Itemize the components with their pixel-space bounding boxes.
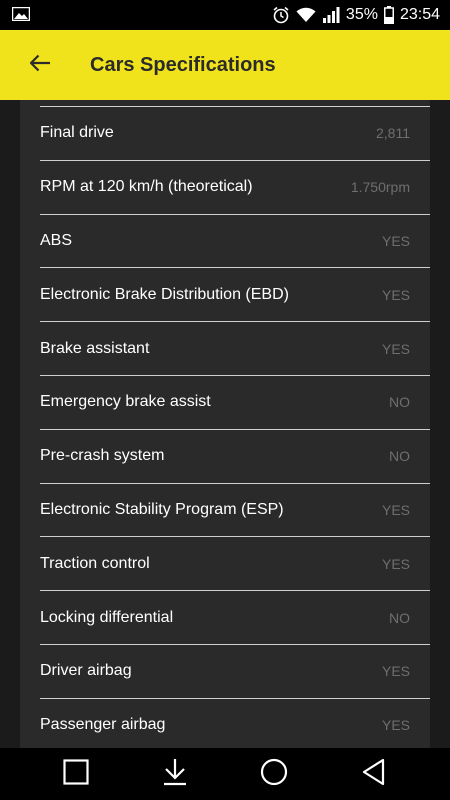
spec-value: YES xyxy=(381,340,410,357)
spec-value: NO xyxy=(389,394,410,411)
spec-row[interactable]: RPM at 120 km/h (theoretical) 1.750rpm xyxy=(40,161,430,215)
spec-label: Electronic Brake Distribution (EBD) xyxy=(40,285,289,303)
spec-row[interactable]: Brake assistant YES xyxy=(40,322,430,376)
recent-apps-icon xyxy=(63,758,89,790)
navigation-bar xyxy=(0,748,450,800)
spec-row[interactable]: Locking differential NO xyxy=(40,591,430,645)
spec-label: Brake assistant xyxy=(40,339,150,357)
gallery-icon xyxy=(11,6,31,22)
battery-percent: 35% xyxy=(345,6,378,23)
alarm-icon xyxy=(272,6,290,24)
back-icon xyxy=(361,758,387,791)
spec-label: Passenger airbag xyxy=(40,716,166,734)
clock-time: 23:54 xyxy=(399,6,440,23)
spec-value: NO xyxy=(389,448,410,465)
spec-list: Final drive 2,811 RPM at 120 km/h (theoret… xyxy=(40,106,430,748)
spec-value: NO xyxy=(389,609,410,626)
spec-row[interactable]: Emergency brake assist NO xyxy=(40,376,430,430)
spec-content[interactable]: Final drive 2,811 RPM at 120 km/h (theoret… xyxy=(0,100,450,748)
spec-row[interactable]: Passenger airbag YES xyxy=(40,699,430,748)
spec-label: Emergency brake assist xyxy=(40,393,211,411)
spec-label: Final drive xyxy=(40,124,114,142)
page-title: Cars Specifications xyxy=(90,54,276,76)
spec-value: YES xyxy=(381,555,410,572)
download-button[interactable] xyxy=(160,758,190,791)
signal-icon xyxy=(322,7,340,23)
nav-back-button[interactable] xyxy=(359,758,389,791)
spec-label: Traction control xyxy=(40,554,150,572)
wifi-icon xyxy=(296,7,316,23)
home-button[interactable] xyxy=(259,758,289,791)
arrow-left-icon xyxy=(29,54,51,77)
spec-label: Driver airbag xyxy=(40,662,132,680)
spec-card: Final drive 2,811 RPM at 120 km/h (theoret… xyxy=(20,100,430,748)
spec-label: Pre-crash system xyxy=(40,447,165,465)
spec-label: ABS xyxy=(40,231,73,249)
status-bar: 35% 23:54 xyxy=(0,0,450,30)
spec-value: 1.750rpm xyxy=(350,179,410,196)
app-bar: Cars Specifications xyxy=(0,30,450,100)
spec-value: YES xyxy=(381,717,410,734)
spec-row[interactable]: Driver airbag YES xyxy=(40,645,430,699)
spec-row[interactable]: Traction control YES xyxy=(40,537,430,592)
spec-row[interactable]: Final drive 2,811 xyxy=(40,107,430,161)
home-icon xyxy=(260,758,288,791)
spec-label: Electronic Stability Program (ESP) xyxy=(40,500,284,518)
spec-value: YES xyxy=(381,286,410,303)
back-button[interactable] xyxy=(22,48,58,82)
status-icons: 35% 23:54 xyxy=(272,0,440,30)
spec-label: Locking differential xyxy=(40,608,174,626)
spec-row[interactable]: Pre-crash system NO xyxy=(40,430,430,484)
spec-value: 2,811 xyxy=(376,125,410,142)
spec-row[interactable]: Electronic Stability Program (ESP) YES xyxy=(40,484,430,538)
download-icon xyxy=(162,758,188,791)
spec-value: YES xyxy=(381,501,410,518)
spec-value: YES xyxy=(381,232,410,249)
recent-apps-button[interactable] xyxy=(61,758,91,790)
spec-row[interactable]: ABS YES xyxy=(40,215,430,269)
spec-value: YES xyxy=(381,663,410,680)
battery-icon xyxy=(383,6,394,24)
spec-label: RPM at 120 km/h (theoretical) xyxy=(40,178,253,196)
spec-row[interactable]: Electronic Brake Distribution (EBD) YES xyxy=(40,268,430,323)
